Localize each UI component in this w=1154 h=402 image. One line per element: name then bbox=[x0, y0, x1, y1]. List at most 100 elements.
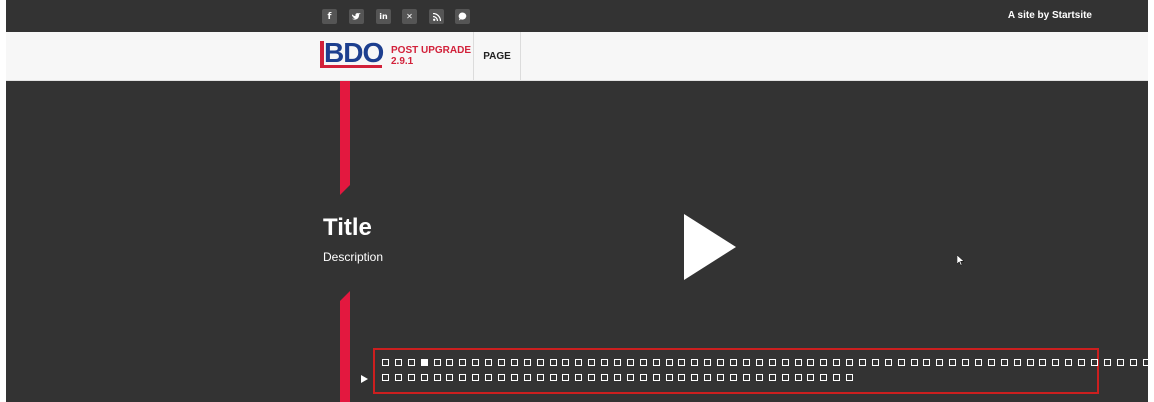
slide-dot[interactable] bbox=[846, 359, 854, 366]
slide-dot[interactable] bbox=[588, 374, 596, 381]
slide-dot[interactable] bbox=[459, 374, 467, 381]
slide-dot[interactable] bbox=[433, 374, 441, 381]
rss-icon[interactable] bbox=[429, 9, 444, 24]
slide-dot[interactable] bbox=[626, 374, 634, 381]
slide-dot[interactable] bbox=[665, 359, 673, 366]
slide-dot[interactable] bbox=[510, 374, 518, 381]
slide-dot[interactable] bbox=[897, 359, 905, 366]
slide-dot[interactable] bbox=[394, 359, 402, 366]
site-credit-link[interactable]: A site by Startsite bbox=[1008, 10, 1092, 21]
slide-dot[interactable] bbox=[523, 359, 531, 366]
slide-dot[interactable] bbox=[1052, 359, 1060, 366]
slide-dot[interactable] bbox=[742, 359, 750, 366]
slide-dot[interactable] bbox=[717, 359, 725, 366]
slide-dot[interactable] bbox=[1065, 359, 1073, 366]
slide-dot[interactable] bbox=[446, 359, 454, 366]
slide-dot[interactable] bbox=[768, 359, 776, 366]
slide-dot[interactable] bbox=[639, 374, 647, 381]
slide-dot[interactable] bbox=[923, 359, 931, 366]
slide-dot[interactable] bbox=[407, 374, 415, 381]
slide-dot[interactable] bbox=[626, 359, 634, 366]
slide-dot[interactable] bbox=[742, 374, 750, 381]
slide-dot[interactable] bbox=[755, 359, 763, 366]
slide-dot[interactable] bbox=[807, 359, 815, 366]
slide-dot[interactable] bbox=[1026, 359, 1034, 366]
slide-dot[interactable] bbox=[382, 374, 389, 381]
slide-dot[interactable] bbox=[562, 374, 570, 381]
slide-dot[interactable] bbox=[485, 374, 493, 381]
nav-item-page[interactable]: PAGE bbox=[473, 32, 521, 80]
slide-dot[interactable] bbox=[1039, 359, 1047, 366]
slide-dot[interactable] bbox=[1103, 359, 1111, 366]
slide-dot[interactable] bbox=[678, 374, 686, 381]
slide-dot[interactable] bbox=[665, 374, 673, 381]
slide-dot[interactable] bbox=[987, 359, 995, 366]
slide-dot[interactable] bbox=[858, 359, 866, 366]
slide-dot[interactable] bbox=[588, 359, 596, 366]
slide-dot[interactable] bbox=[833, 359, 841, 366]
slide-dot[interactable] bbox=[420, 359, 428, 366]
slide-dot[interactable] bbox=[846, 374, 854, 381]
slide-dot[interactable] bbox=[730, 374, 738, 381]
slide-dot[interactable] bbox=[652, 374, 660, 381]
slide-dot[interactable] bbox=[446, 374, 454, 381]
slide-dot[interactable] bbox=[820, 359, 828, 366]
slide-dot[interactable] bbox=[485, 359, 493, 366]
slide-dot[interactable] bbox=[794, 374, 802, 381]
slide-dot[interactable] bbox=[1129, 359, 1137, 366]
slide-dot[interactable] bbox=[1078, 359, 1086, 366]
slide-dot[interactable] bbox=[691, 374, 699, 381]
linkedin-icon[interactable]: in bbox=[376, 9, 391, 24]
slide-dot[interactable] bbox=[1142, 359, 1148, 366]
slide-dot[interactable] bbox=[536, 374, 544, 381]
slide-dot[interactable] bbox=[1090, 359, 1098, 366]
slide-dot[interactable] bbox=[575, 374, 583, 381]
slide-dot[interactable] bbox=[614, 359, 622, 366]
slide-dot[interactable] bbox=[949, 359, 957, 366]
slide-dot[interactable] bbox=[549, 374, 557, 381]
slide-dot[interactable] bbox=[420, 374, 428, 381]
slide-dot[interactable] bbox=[910, 359, 918, 366]
slide-dot[interactable] bbox=[678, 359, 686, 366]
slide-dot[interactable] bbox=[510, 359, 518, 366]
slide-dot[interactable] bbox=[639, 359, 647, 366]
slide-dot[interactable] bbox=[601, 359, 609, 366]
bdo-logo[interactable]: BDO POST UPGRADE 2.9.1 bbox=[320, 37, 475, 74]
slide-dot[interactable] bbox=[962, 359, 970, 366]
slide-dot[interactable] bbox=[1000, 359, 1008, 366]
slide-dot[interactable] bbox=[807, 374, 815, 381]
slide-dot[interactable] bbox=[523, 374, 531, 381]
slide-dot[interactable] bbox=[562, 359, 570, 366]
slide-dot[interactable] bbox=[781, 374, 789, 381]
slide-dot[interactable] bbox=[459, 359, 467, 366]
slide-dot[interactable] bbox=[382, 359, 389, 366]
slide-dot[interactable] bbox=[407, 359, 415, 366]
slideshow-play-icon[interactable] bbox=[361, 375, 368, 383]
slide-dot[interactable] bbox=[472, 359, 480, 366]
slide-dot[interactable] bbox=[498, 374, 506, 381]
slide-dot[interactable] bbox=[536, 359, 544, 366]
slide-dot[interactable] bbox=[1116, 359, 1124, 366]
slide-dot[interactable] bbox=[394, 374, 402, 381]
slide-dot[interactable] bbox=[549, 359, 557, 366]
slide-dot[interactable] bbox=[730, 359, 738, 366]
slide-dot[interactable] bbox=[871, 359, 879, 366]
slide-dot[interactable] bbox=[433, 359, 441, 366]
slide-dot[interactable] bbox=[833, 374, 841, 381]
slide-dot[interactable] bbox=[781, 359, 789, 366]
slide-dot[interactable] bbox=[936, 359, 944, 366]
chat-icon[interactable] bbox=[455, 9, 470, 24]
slide-dot[interactable] bbox=[820, 374, 828, 381]
xing-icon[interactable]: ✕ bbox=[402, 9, 417, 24]
slide-dot[interactable] bbox=[794, 359, 802, 366]
slide-dot[interactable] bbox=[884, 359, 892, 366]
twitter-icon[interactable] bbox=[349, 9, 364, 24]
slide-dot[interactable] bbox=[1013, 359, 1021, 366]
slide-dot[interactable] bbox=[498, 359, 506, 366]
slide-dot[interactable] bbox=[601, 374, 609, 381]
slide-dot[interactable] bbox=[755, 374, 763, 381]
slide-dot[interactable] bbox=[717, 374, 725, 381]
slide-dot[interactable] bbox=[768, 374, 776, 381]
slide-dot[interactable] bbox=[472, 374, 480, 381]
slide-dot[interactable] bbox=[614, 374, 622, 381]
